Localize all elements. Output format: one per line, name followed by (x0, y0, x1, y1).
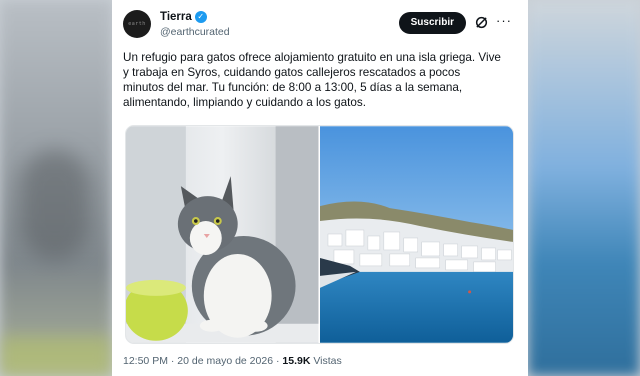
grok-icon[interactable] (475, 16, 488, 29)
meta-separator: · (167, 355, 178, 367)
tweet-time[interactable]: 12:50 PM (123, 355, 168, 367)
meta-separator: · (273, 355, 283, 367)
views-count: 15.9K (282, 355, 311, 367)
tweet-meta: 12:50 PM · 20 de mayo de 2026 · 15.9K Vi… (123, 355, 342, 367)
avatar[interactable]: earth (123, 10, 151, 38)
tweet-header: earth Tierra ✓ @earthcurated Suscribir ·… (123, 10, 518, 42)
tweet-media[interactable] (125, 125, 514, 344)
author-handle[interactable]: @earthcurated (160, 26, 230, 38)
tweet-text: Un refugio para gatos ofrece alojamiento… (123, 51, 501, 109)
subscribe-button[interactable]: Suscribir (398, 12, 466, 34)
verified-badge-icon: ✓ (194, 11, 207, 23)
avatar-logo: earth (128, 21, 146, 27)
tweet-card: earth Tierra ✓ @earthcurated Suscribir ·… (112, 0, 528, 376)
author-name-row: Tierra ✓ (160, 11, 207, 23)
author-display-name[interactable]: Tierra (160, 11, 192, 23)
views-label: Vistas (310, 355, 342, 367)
more-options-icon[interactable]: ··· (496, 14, 512, 27)
tweet-date[interactable]: 20 de mayo de 2026 (177, 355, 273, 367)
cat-photo[interactable] (126, 126, 319, 343)
island-town-photo[interactable] (318, 126, 514, 343)
